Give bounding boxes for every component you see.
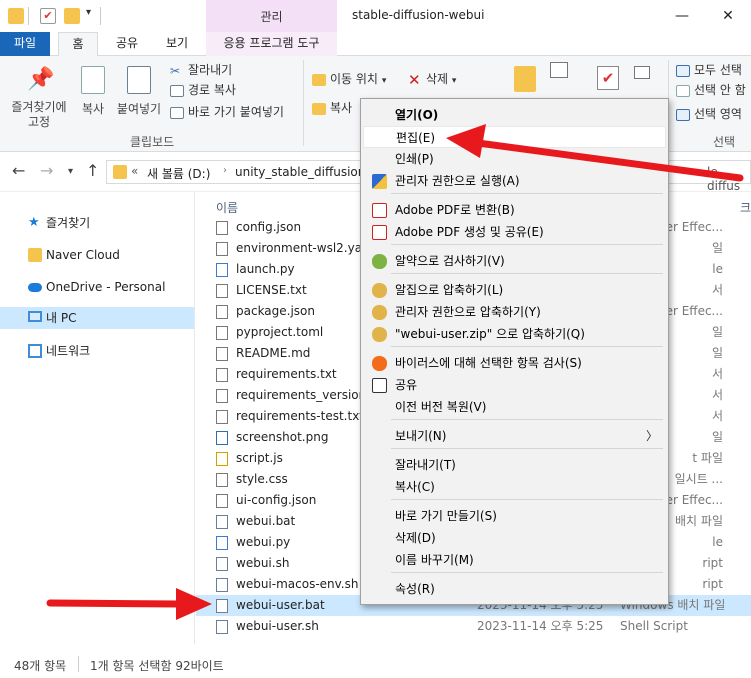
red-arrow-to-file [46, 588, 212, 620]
item-count: 48개 항목 [14, 659, 67, 673]
red-arrow-to-edit [446, 124, 744, 182]
divider [78, 656, 79, 672]
annotation-arrows [46, 124, 744, 620]
status-bar: 48개 항목 1개 항목 선택함 92바이트 [0, 652, 751, 678]
selection-info: 1개 항목 선택함 92바이트 [90, 659, 224, 673]
